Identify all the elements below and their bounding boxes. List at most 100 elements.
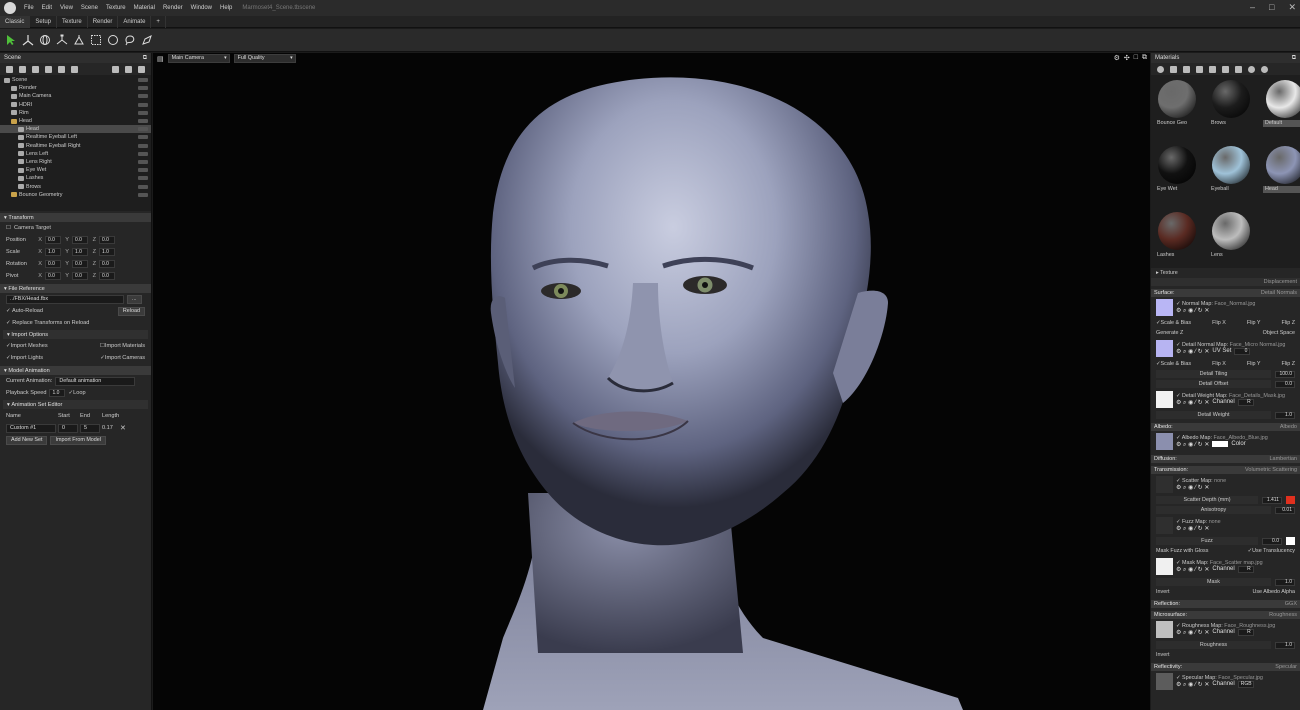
scene-tree-item[interactable]: Render: [0, 84, 151, 92]
scatter-color-swatch[interactable]: [1286, 496, 1295, 504]
texture-expander[interactable]: ▸ Texture: [1156, 270, 1178, 276]
flip-x-checkbox[interactable]: Flip X: [1212, 320, 1226, 326]
material-library-icon[interactable]: [1183, 65, 1190, 73]
scene-tree-item[interactable]: Head: [0, 125, 151, 134]
material-swatch[interactable]: Eyeball: [1209, 144, 1256, 202]
surface-mode-select[interactable]: Detail Normals: [1261, 290, 1297, 296]
detail-offset-field[interactable]: 0.0: [1275, 380, 1295, 388]
roughness-slider[interactable]: Roughness: [1156, 641, 1271, 649]
detail-normal-thumb[interactable]: [1156, 340, 1173, 357]
mask-invert-checkbox[interactable]: Invert: [1156, 589, 1169, 595]
roughness-map-tools[interactable]: ⚙ ⌕ ◉ ⁄ ↻ ✕ Channel R: [1176, 628, 1275, 637]
import-from-model-button[interactable]: Import From Model: [50, 435, 106, 445]
lock-visibility-icon[interactable]: [138, 192, 148, 197]
map-tools[interactable]: ⚙ ⌕ ◉ ⁄ ↻ ✕: [1176, 307, 1255, 315]
transmission-mode-select[interactable]: Volumetric Scattering: [1245, 467, 1297, 473]
material-swatch[interactable]: Lashes: [1155, 210, 1202, 268]
detail-tiling-slider[interactable]: Detail Tiling: [1156, 370, 1271, 378]
normal-map-thumb[interactable]: [1156, 299, 1173, 316]
scatter-depth-slider[interactable]: Scatter Depth (mm): [1156, 496, 1258, 504]
tab-setup[interactable]: Setup: [30, 15, 58, 28]
reload-button[interactable]: Reload: [117, 306, 145, 316]
add-new-set-button[interactable]: Add New Set: [6, 435, 48, 445]
move-gizmo-icon[interactable]: [21, 33, 35, 47]
scene-tree-item[interactable]: Realtime Eyeball Right: [0, 142, 151, 150]
camera-target-row[interactable]: ☐ Camera Target: [0, 222, 151, 234]
fuzz-map-tools[interactable]: ⚙ ⌕ ◉ ⁄ ↻ ✕: [1176, 525, 1221, 533]
transform-y-field[interactable]: 0.0: [72, 272, 88, 280]
file-path-field[interactable]: ../FBX/Head.fbx: [6, 294, 124, 304]
menu-view[interactable]: View: [56, 5, 77, 11]
maximize-icon[interactable]: □: [1269, 2, 1274, 13]
paint-select-icon[interactable]: [140, 33, 154, 47]
material-sphere-icon[interactable]: [1261, 65, 1268, 73]
duplicate-icon[interactable]: [125, 65, 132, 73]
surface-section[interactable]: Surface: Detail Normals: [1151, 289, 1300, 297]
scene-tree-item[interactable]: Bounce Geometry: [0, 191, 151, 199]
viewport-menu-icon[interactable]: ▤: [157, 55, 164, 63]
rotate-gizmo-icon[interactable]: [38, 33, 52, 47]
fuzz-field[interactable]: 0.0: [1262, 537, 1282, 545]
albedo-section[interactable]: Albedo: Albedo: [1151, 423, 1300, 431]
auto-reload-checkbox[interactable]: ✓ Auto-Reload: [6, 308, 43, 314]
scene-tree-item[interactable]: Realtime Eyeball Left: [0, 133, 151, 141]
loop-checkbox[interactable]: ✓Loop: [68, 390, 85, 396]
scene-tree-item[interactable]: Rim: [0, 109, 151, 117]
menu-help[interactable]: Help: [216, 5, 236, 11]
albedo-mode-select[interactable]: Albedo: [1280, 424, 1297, 430]
scene-tree-item[interactable]: Scene: [0, 76, 151, 84]
scene-tree-item[interactable]: Eye Wet: [0, 166, 151, 174]
anisotropy-field[interactable]: 0.01: [1275, 506, 1295, 514]
scale-gizmo-icon[interactable]: [55, 33, 69, 47]
object-space-checkbox[interactable]: Object Space: [1263, 330, 1295, 336]
flip-y-checkbox[interactable]: Flip Y: [1247, 320, 1261, 326]
specular-map-thumb[interactable]: [1156, 673, 1173, 690]
menu-render[interactable]: Render: [159, 5, 187, 11]
camera-select[interactable]: Main Camera: [167, 54, 230, 63]
albedo-map-tools[interactable]: ⚙ ⌕ ◉ ⁄ ↻ ✕ Color: [1176, 440, 1268, 449]
transform-z-field[interactable]: 0.0: [99, 272, 115, 280]
import-lights-checkbox[interactable]: ✓Import Lights: [6, 355, 43, 361]
add-shadow-icon[interactable]: [45, 65, 52, 73]
lock-visibility-icon[interactable]: [138, 110, 148, 115]
use-translucency-checkbox[interactable]: ✓Use Translucency: [1248, 548, 1295, 554]
lasso-select-icon[interactable]: [123, 33, 137, 47]
menu-window[interactable]: Window: [187, 5, 216, 11]
browse-button[interactable]: ...: [127, 294, 142, 304]
menu-texture[interactable]: Texture: [102, 5, 130, 11]
roughness-map-thumb[interactable]: [1156, 621, 1173, 638]
transform-x-field[interactable]: 0.0: [45, 260, 61, 268]
lock-visibility-icon[interactable]: [138, 94, 148, 99]
microsurface-mode-select[interactable]: Roughness: [1269, 612, 1297, 618]
reflectivity-section[interactable]: Reflectivity: Specular: [1151, 663, 1300, 671]
circle-select-icon[interactable]: [106, 33, 120, 47]
transform-y-field[interactable]: 0.0: [72, 236, 88, 244]
model-animation-section-header[interactable]: ▾ Model Animation: [0, 366, 151, 375]
viewport-maximize-icon[interactable]: □: [1134, 54, 1138, 62]
undock-icon[interactable]: ⧉: [143, 55, 147, 62]
add-object-icon[interactable]: [71, 65, 78, 73]
detail-offset-slider[interactable]: Detail Offset: [1156, 380, 1271, 388]
lock-visibility-icon[interactable]: [138, 86, 148, 91]
roughness-field[interactable]: 1.0: [1275, 641, 1295, 649]
scatter-map-tools[interactable]: ⚙ ⌕ ◉ ⁄ ↻ ✕: [1176, 484, 1226, 492]
import-options-header[interactable]: ▾ Import Options: [3, 330, 148, 339]
delete-material-icon[interactable]: [1209, 65, 1216, 73]
lock-visibility-icon[interactable]: [138, 135, 148, 140]
folder-icon[interactable]: [112, 65, 119, 73]
scale-bias-checkbox[interactable]: ✓Scale & Bias: [1156, 320, 1191, 326]
material-swatch[interactable]: Eye Wet: [1155, 144, 1202, 202]
add-mesh-icon[interactable]: [58, 65, 65, 73]
diffusion-mode-select[interactable]: Lambertian: [1269, 456, 1297, 462]
transform-section-header[interactable]: ▾ Transform: [0, 213, 151, 222]
mask-map-tools[interactable]: ⚙ ⌕ ◉ ⁄ ↻ ✕ Channel R: [1176, 565, 1263, 574]
detail-weight-field[interactable]: 1.0: [1275, 411, 1295, 419]
import-cameras-checkbox[interactable]: ✓Import Cameras: [100, 355, 145, 361]
mask-channel-select[interactable]: R: [1237, 565, 1254, 573]
material-bookmark-icon[interactable]: [1235, 65, 1242, 73]
roughness-channel-select[interactable]: R: [1237, 628, 1254, 636]
viewport-move-icon[interactable]: ✣: [1124, 54, 1130, 62]
fuzz-map-thumb[interactable]: [1156, 517, 1173, 534]
lock-visibility-icon[interactable]: [138, 119, 148, 124]
anim-set-name[interactable]: Custom #1: [6, 423, 56, 433]
